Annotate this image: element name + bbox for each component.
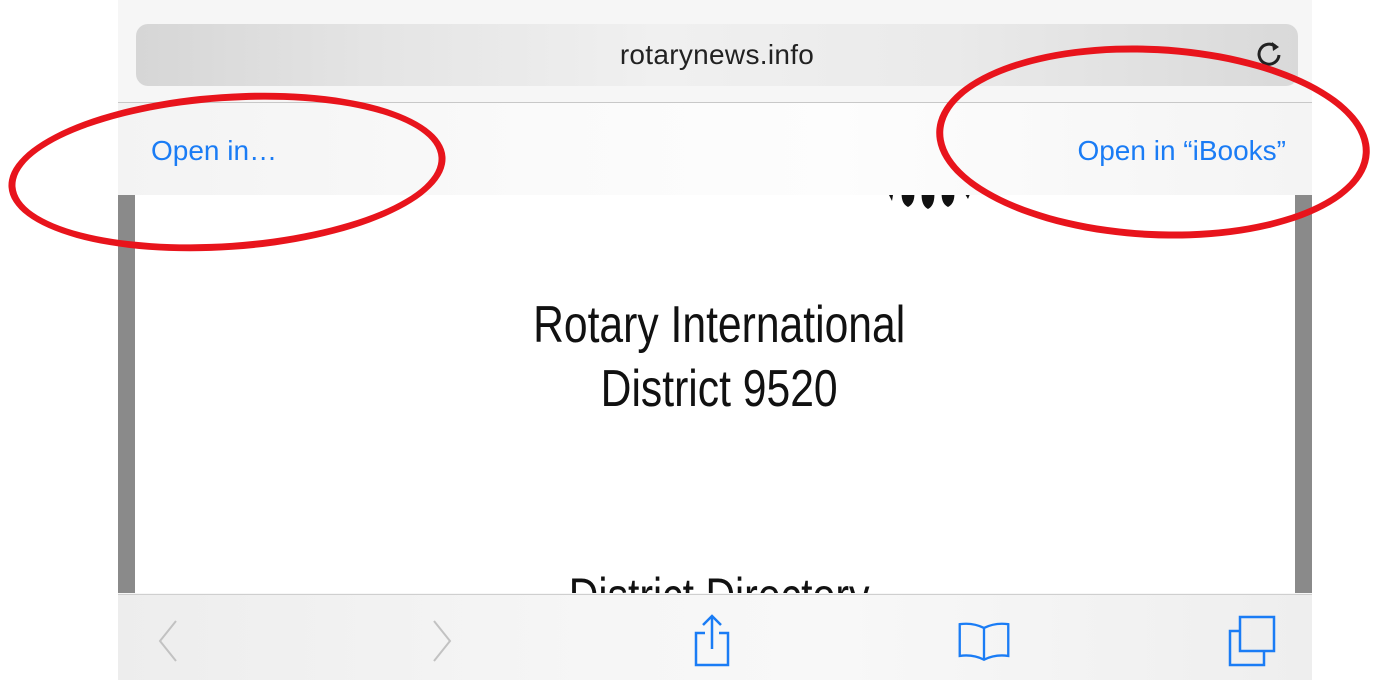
open-in-button[interactable]: Open in… [151, 135, 277, 167]
tabs-button[interactable] [1224, 615, 1280, 667]
open-in-bar: Open in… Open in “iBooks” [118, 102, 1312, 196]
title-line-2: District 9520 [600, 360, 838, 418]
share-icon [694, 614, 730, 667]
back-button[interactable] [140, 615, 196, 667]
share-button[interactable] [684, 614, 740, 667]
title-line-1: Rotary International [533, 296, 906, 354]
forward-button[interactable] [414, 615, 470, 667]
tabs-icon [1228, 615, 1276, 667]
bottom-toolbar [118, 594, 1312, 680]
bookmarks-icon [958, 622, 1010, 661]
url-text[interactable]: rotarynews.info [136, 39, 1298, 71]
document-subtitle: District Directory [230, 567, 1209, 593]
page-edge-right [1295, 195, 1312, 593]
logo-fragment [889, 195, 970, 209]
forward-icon [433, 620, 452, 662]
back-icon [158, 620, 177, 662]
page-edge-left [118, 195, 135, 593]
open-in-ibooks-button[interactable]: Open in “iBooks” [1077, 135, 1286, 167]
safari-window: rotarynews.info Open in… Open in “iBooks… [118, 0, 1312, 680]
bookmarks-button[interactable] [956, 615, 1012, 667]
address-bar-area: rotarynews.info [118, 0, 1312, 102]
reload-icon[interactable] [1254, 38, 1286, 70]
document-title: Rotary International District 9520 [230, 293, 1209, 421]
pdf-content[interactable]: Rotary International District 9520 Distr… [118, 195, 1312, 593]
address-bar[interactable]: rotarynews.info [136, 24, 1298, 86]
